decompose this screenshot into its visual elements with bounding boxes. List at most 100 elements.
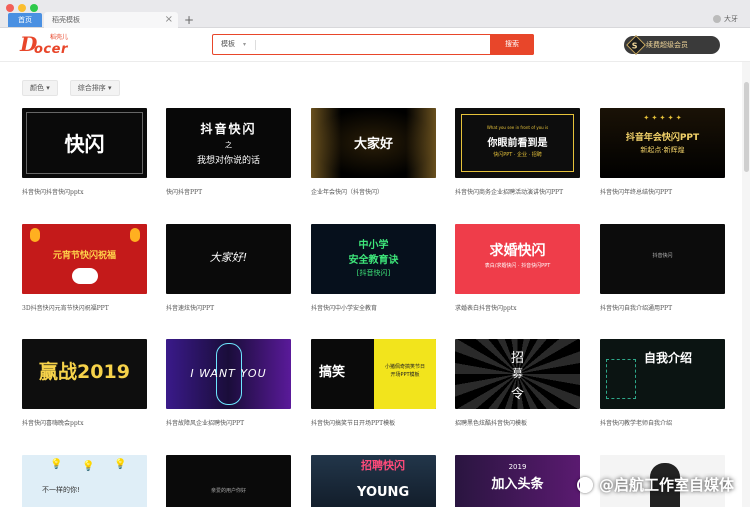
- chevron-down-icon[interactable]: ▾: [243, 35, 246, 54]
- template-caption[interactable]: 3D抖音快闪元宵节快闪祝福PPT: [22, 303, 147, 312]
- template-thumbnail[interactable]: 💡 💡 💡 不一样的你!: [22, 455, 147, 507]
- thumb-title: 大家好: [353, 137, 393, 152]
- thumb-title: 安全教育诀: [348, 255, 399, 266]
- scrollbar-thumb[interactable]: [744, 82, 749, 172]
- sort-dropdown[interactable]: 综合排序 ▾: [69, 80, 120, 96]
- thumb-title: 加入头条: [491, 477, 544, 492]
- template-card[interactable]: 亲爱的用户你好: [166, 455, 291, 507]
- thumb-title: 募: [512, 367, 523, 380]
- watermark-text: @启航工作室自媒体: [598, 476, 734, 494]
- template-card[interactable]: What you see in front of you is 你眼前看到是 快…: [455, 108, 580, 196]
- template-thumbnail[interactable]: 赢战2019: [22, 339, 147, 409]
- template-thumbnail[interactable]: ✦ ✦ ✦ ✦ ✦ 抖音年会快闪PPT 新起点·新辉煌: [600, 108, 725, 178]
- template-thumbnail[interactable]: 招 募 令: [455, 339, 580, 409]
- close-icon[interactable]: ×: [165, 12, 173, 28]
- add-tab-icon[interactable]: +: [184, 12, 194, 28]
- template-thumbnail[interactable]: 招聘快闪 YOUNG: [311, 455, 436, 507]
- user-name: 大牙: [724, 15, 738, 23]
- search-bar: 模板 ▾ 搜索: [212, 34, 534, 55]
- template-caption[interactable]: 抖音快闪年终总结快闪PPT: [600, 187, 725, 196]
- window-close-dot[interactable]: [6, 4, 14, 12]
- template-thumbnail[interactable]: 求婚快闪 表白/求婚快闪 · 抖音快闪PPT: [455, 224, 580, 294]
- vip-diamond-icon: S: [626, 35, 646, 55]
- thumb-title: I WANT YOU: [190, 367, 267, 380]
- template-caption[interactable]: 抖音快闪搞笑节日开场PPT模板: [311, 418, 436, 427]
- template-card[interactable]: 快闪 抖音快闪抖音快闪pptx: [22, 108, 147, 196]
- template-card[interactable]: 2019 加入头条: [455, 455, 580, 507]
- template-card[interactable]: 抖音快闪 之 我想对你说的话 快闪抖音PPT: [166, 108, 291, 196]
- template-card[interactable]: 赢战2019 抖音快闪喜嗨晚会pptx: [22, 339, 147, 427]
- template-card[interactable]: ✦ ✦ ✦ ✦ ✦ 抖音年会快闪PPT 新起点·新辉煌 抖音快闪年终总结快闪PP…: [600, 108, 725, 196]
- template-caption[interactable]: 抖音快闪喜嗨晚会pptx: [22, 418, 147, 427]
- thumb-subtitle: 表白/求婚快闪 · 抖音快闪PPT: [484, 263, 551, 269]
- window-minimize-dot[interactable]: [18, 4, 26, 12]
- vertical-scrollbar[interactable]: [742, 62, 750, 507]
- thumb-title: 不一样的你!: [42, 486, 80, 494]
- thumb-subtitle: 开场PPT模板: [390, 372, 420, 378]
- template-thumbnail[interactable]: 中小学 安全教育诀 [抖音快闪]: [311, 224, 436, 294]
- lantern-icon: [30, 228, 40, 242]
- template-card[interactable]: 抖音快闪 抖音快闪自我介绍通用PPT: [600, 224, 725, 312]
- template-thumbnail[interactable]: 抖音快闪: [600, 224, 725, 294]
- template-thumbnail[interactable]: 大家好!: [166, 224, 291, 294]
- template-caption[interactable]: 抖音快闪中小学安全教育: [311, 303, 436, 312]
- template-thumbnail[interactable]: 大家好: [311, 108, 436, 178]
- browser-tab-bar: 首页 稻壳模板 × + 大牙: [0, 0, 750, 28]
- docer-logo[interactable]: D 稻壳儿 ocer: [20, 31, 72, 59]
- template-caption[interactable]: 抖音故障风企业招聘快闪PPT: [166, 418, 291, 427]
- thumb-title: 自我介绍: [644, 351, 693, 365]
- template-thumbnail[interactable]: 抖音快闪 之 我想对你说的话: [166, 108, 291, 178]
- template-caption[interactable]: 抖音快闪教学老师自我介绍: [600, 418, 725, 427]
- template-thumbnail[interactable]: 亲爱的用户你好: [166, 455, 291, 507]
- tab-templates[interactable]: 稻壳模板 ×: [44, 12, 178, 28]
- template-thumbnail[interactable]: 快闪: [22, 108, 147, 178]
- template-card[interactable]: 自我介绍 抖音快闪教学老师自我介绍: [600, 339, 725, 427]
- template-thumbnail[interactable]: What you see in front of you is 你眼前看到是 快…: [455, 108, 580, 178]
- template-thumbnail[interactable]: 2019 加入头条: [455, 455, 580, 507]
- template-card[interactable]: I WANT YOU 抖音故障风企业招聘快闪PPT: [166, 339, 291, 427]
- watermark: @启航工作室自媒体: [576, 474, 734, 495]
- template-card[interactable]: 中小学 安全教育诀 [抖音快闪] 抖音快闪中小学安全教育: [311, 224, 436, 312]
- lightbulb-icon: 💡: [50, 459, 63, 470]
- chalk-decoration: [606, 359, 636, 399]
- template-card[interactable]: 搞笑 小猪佩奇搞笑节日 开场PPT模板 抖音快闪搞笑节日开场PPT模板: [311, 339, 436, 427]
- template-caption[interactable]: 抖音快闪抖音快闪pptx: [22, 187, 147, 196]
- search-button[interactable]: 搜索: [490, 34, 534, 55]
- tab-home[interactable]: 首页: [8, 13, 42, 27]
- thumb-title: 令: [510, 387, 524, 402]
- template-caption[interactable]: 抖音快闪自我介绍通用PPT: [600, 303, 725, 312]
- template-caption[interactable]: 招聘黑色炫酷抖音快闪模板: [455, 418, 580, 427]
- window-maximize-dot[interactable]: [30, 4, 38, 12]
- thumb-subtitle: 快闪PPT · 企业 · 招聘: [493, 152, 542, 158]
- template-thumbnail[interactable]: I WANT YOU: [166, 339, 291, 409]
- template-caption[interactable]: 企业年会快闪（抖音快闪）: [311, 187, 436, 196]
- template-card[interactable]: 💡 💡 💡 不一样的你!: [22, 455, 147, 507]
- thumb-subtitle: What you see in front of you is: [486, 125, 549, 130]
- template-thumbnail[interactable]: 搞笑 小猪佩奇搞笑节日 开场PPT模板: [311, 339, 436, 409]
- color-filter-dropdown[interactable]: 颜色 ▾: [22, 80, 58, 96]
- template-thumbnail[interactable]: 自我介绍: [600, 339, 725, 409]
- filter-bar: 颜色 ▾ 综合排序 ▾: [22, 80, 120, 96]
- template-card[interactable]: 大家好 企业年会快闪（抖音快闪）: [311, 108, 436, 196]
- renew-vip-button[interactable]: S 续费超级会员: [624, 35, 720, 55]
- template-caption[interactable]: 抖音快闪商务企业招聘活动演讲快闪PPT: [455, 187, 580, 196]
- search-type-select[interactable]: 模板: [221, 35, 235, 54]
- watermark-logo-icon: [576, 476, 593, 493]
- avatar: [713, 15, 721, 23]
- thumb-subtitle: 新起点·新辉煌: [640, 146, 685, 154]
- thumb-subtitle: 我想对你说的话: [196, 156, 260, 166]
- template-card[interactable]: 求婚快闪 表白/求婚快闪 · 抖音快闪PPT 求婚表白抖音快闪pptx: [455, 224, 580, 312]
- search-divider: [255, 40, 256, 50]
- template-thumbnail[interactable]: 元宵节快闪祝福: [22, 224, 147, 294]
- template-card[interactable]: 招聘快闪 YOUNG: [311, 455, 436, 507]
- template-card[interactable]: 大家好! 抖音速炫快闪PPT: [166, 224, 291, 312]
- template-card[interactable]: 元宵节快闪祝福 3D抖音快闪元宵节快闪祝福PPT: [22, 224, 147, 312]
- template-caption[interactable]: 快闪抖音PPT: [166, 187, 291, 196]
- site-header: D 稻壳儿 ocer 模板 ▾ 搜索 S 续费超级会员: [0, 28, 750, 62]
- thumb-subtitle: 小猪佩奇搞笑节日: [384, 364, 425, 370]
- template-caption[interactable]: 求婚表白抖音快闪pptx: [455, 303, 580, 312]
- template-card[interactable]: 招 募 令 招聘黑色炫酷抖音快闪模板: [455, 339, 580, 427]
- user-menu[interactable]: 大牙: [713, 14, 738, 24]
- template-caption[interactable]: 抖音速炫快闪PPT: [166, 303, 291, 312]
- tab-templates-label: 稻壳模板: [52, 16, 80, 24]
